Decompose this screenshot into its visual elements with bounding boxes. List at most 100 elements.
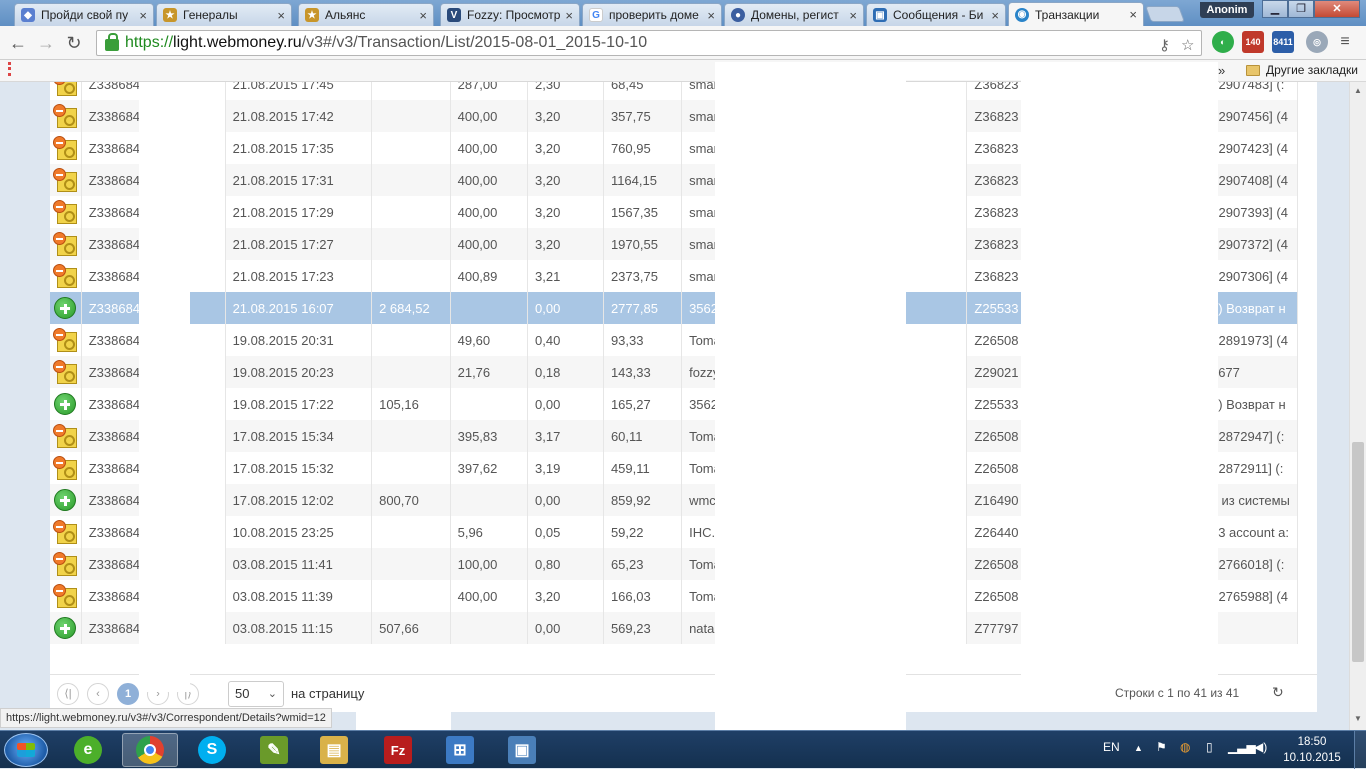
type-cell bbox=[50, 196, 82, 228]
purse-cell[interactable]: Z26508 bbox=[966, 580, 1027, 612]
bookmarks-overflow[interactable]: » bbox=[1218, 63, 1225, 78]
fee-cell: 3,20 bbox=[527, 580, 604, 612]
tab-alliance[interactable]: ★ Альянс × bbox=[298, 3, 434, 26]
fee-cell: 0,05 bbox=[527, 516, 604, 548]
key-icon[interactable]: ⚷ bbox=[1159, 36, 1170, 54]
tab-google[interactable]: G проверить доме × bbox=[582, 3, 722, 26]
close-icon[interactable]: × bbox=[419, 8, 427, 23]
close-icon[interactable]: × bbox=[707, 8, 715, 23]
reload-icon[interactable]: ↻ bbox=[62, 31, 86, 55]
ext-badge-140[interactable]: 140 bbox=[1242, 31, 1264, 53]
outgoing-invoice-icon bbox=[53, 200, 78, 224]
close-icon[interactable]: × bbox=[849, 8, 857, 23]
profile-label[interactable]: Anonim bbox=[1200, 2, 1254, 18]
tray-expand-icon[interactable]: ▲ bbox=[1134, 743, 1143, 753]
ext-green-icon[interactable]: ◐ bbox=[1212, 31, 1234, 53]
prev-page-button[interactable]: ‹ bbox=[87, 683, 109, 705]
date-cell: 19.08.2015 17:22 bbox=[225, 388, 373, 420]
browser-toolbar: ← → ↻ https://light.webmoney.ru/v3#/v3/T… bbox=[0, 26, 1366, 60]
volume-icon[interactable]: ◀) bbox=[1254, 740, 1267, 754]
apps-icon[interactable] bbox=[8, 62, 11, 76]
income-cell: 800,70 bbox=[371, 484, 451, 516]
purse-cell[interactable]: Z26508 bbox=[966, 420, 1027, 452]
tray-app-icon[interactable]: ◍ bbox=[1180, 740, 1190, 754]
purse-cell[interactable]: Z36823 bbox=[966, 196, 1027, 228]
purse-cell[interactable]: Z36823 bbox=[966, 82, 1027, 100]
purse-cell[interactable]: Z26508 bbox=[966, 324, 1027, 356]
tab-messages[interactable]: ▣ Сообщения - Би × bbox=[866, 3, 1006, 26]
taskbar-app-filezilla[interactable]: Fz bbox=[370, 733, 426, 767]
scroll-up-icon[interactable]: ▲ bbox=[1354, 86, 1362, 95]
ext-badge-8411[interactable]: 8411 bbox=[1272, 31, 1294, 53]
incoming-plus-icon bbox=[54, 617, 77, 639]
forward-icon[interactable]: → bbox=[34, 31, 58, 55]
show-desktop-button[interactable] bbox=[1354, 731, 1366, 769]
purse-cell[interactable]: Z36823 bbox=[966, 132, 1027, 164]
income-cell bbox=[371, 260, 451, 292]
income-cell bbox=[371, 580, 451, 612]
tab-fozzy[interactable]: V Fozzy: Просмотр × bbox=[440, 3, 580, 26]
close-icon[interactable]: × bbox=[277, 8, 285, 23]
clock[interactable]: 18:50 10.10.2015 bbox=[1282, 734, 1342, 766]
other-bookmarks[interactable]: Другие закладки bbox=[1246, 63, 1358, 77]
first-page-button[interactable]: ⟨| bbox=[57, 683, 79, 705]
purse-cell[interactable]: Z25533 bbox=[966, 388, 1027, 420]
close-icon[interactable]: × bbox=[1129, 7, 1137, 22]
tab-generals[interactable]: ★ Генералы × bbox=[156, 3, 292, 26]
tab-game[interactable]: ◆ Пройди свой пу × bbox=[14, 3, 154, 26]
taskbar-app-explorer[interactable]: ▤ bbox=[306, 733, 362, 767]
type-cell bbox=[50, 228, 82, 260]
back-icon[interactable]: ← bbox=[6, 31, 30, 55]
expense-cell: 395,83 bbox=[450, 420, 529, 452]
start-button[interactable] bbox=[4, 733, 48, 767]
expense-cell: 400,89 bbox=[450, 260, 529, 292]
date-cell: 03.08.2015 11:15 bbox=[225, 612, 373, 644]
bookmark-star-icon[interactable]: ☆ bbox=[1181, 36, 1194, 54]
type-cell bbox=[50, 356, 82, 388]
purse-cell[interactable]: Z29021 bbox=[966, 356, 1027, 388]
close-icon[interactable]: × bbox=[139, 8, 147, 23]
new-tab-button[interactable] bbox=[1145, 6, 1185, 22]
close-window-button[interactable]: ✕ bbox=[1314, 0, 1360, 18]
menu-icon[interactable]: ≡ bbox=[1334, 31, 1356, 53]
outgoing-invoice-icon bbox=[53, 456, 78, 480]
balance-cell: 2777,85 bbox=[603, 292, 683, 324]
fee-cell: 0,00 bbox=[527, 292, 604, 324]
maximize-button[interactable]: ❐ bbox=[1288, 0, 1314, 18]
purse-cell[interactable]: Z16490 bbox=[966, 484, 1027, 516]
address-bar[interactable]: https://light.webmoney.ru/v3#/v3/Transac… bbox=[96, 30, 1202, 56]
taskbar-app-notepad[interactable]: ✎ bbox=[246, 733, 302, 767]
purse-cell[interactable]: Z36823 bbox=[966, 100, 1027, 132]
purse-cell[interactable]: Z26508 bbox=[966, 452, 1027, 484]
taskbar-app-chrome[interactable] bbox=[122, 733, 178, 767]
taskbar-app-skype[interactable]: S bbox=[184, 733, 240, 767]
taskbar-app-network[interactable]: ⊞ bbox=[432, 733, 488, 767]
close-icon[interactable]: × bbox=[565, 8, 573, 23]
page-size-select[interactable]: 50 ⌄ bbox=[228, 681, 284, 707]
purse-cell[interactable]: Z36823 bbox=[966, 260, 1027, 292]
globe-icon[interactable]: ◎ bbox=[1306, 31, 1328, 53]
vertical-scrollbar[interactable]: ▲ ▼ bbox=[1349, 82, 1366, 730]
refresh-icon[interactable]: ↻ bbox=[1272, 684, 1284, 701]
taskbar-app-pictures[interactable]: ▣ bbox=[494, 733, 550, 767]
flag-icon[interactable]: ⚑ bbox=[1156, 740, 1167, 754]
battery-icon[interactable]: ▯ bbox=[1206, 740, 1213, 754]
purse-cell[interactable]: Z36823 bbox=[966, 228, 1027, 260]
purse-cell[interactable]: Z36823 bbox=[966, 164, 1027, 196]
scroll-down-icon[interactable]: ▼ bbox=[1354, 714, 1362, 723]
purse-cell[interactable]: Z25533 bbox=[966, 292, 1027, 324]
purse-cell[interactable]: Z26440 bbox=[966, 516, 1027, 548]
tab-transactions[interactable]: ◉ Транзакции × bbox=[1008, 2, 1144, 26]
close-icon[interactable]: × bbox=[991, 8, 999, 23]
scrollbar-thumb[interactable] bbox=[1352, 442, 1364, 662]
tab-domains[interactable]: ● Домены, регист × bbox=[724, 3, 864, 26]
minimize-button[interactable]: ▁ bbox=[1262, 0, 1288, 18]
language-indicator[interactable]: EN bbox=[1103, 740, 1120, 754]
expense-cell: 400,00 bbox=[450, 132, 529, 164]
current-page-button[interactable]: 1 bbox=[117, 683, 139, 705]
signal-icon[interactable]: ▁▃▅ bbox=[1228, 740, 1256, 754]
outgoing-invoice-icon bbox=[53, 328, 78, 352]
taskbar-app-green[interactable]: e bbox=[60, 733, 116, 767]
purse-cell[interactable]: Z26508 bbox=[966, 548, 1027, 580]
purse-cell[interactable]: Z77797 bbox=[966, 612, 1027, 644]
